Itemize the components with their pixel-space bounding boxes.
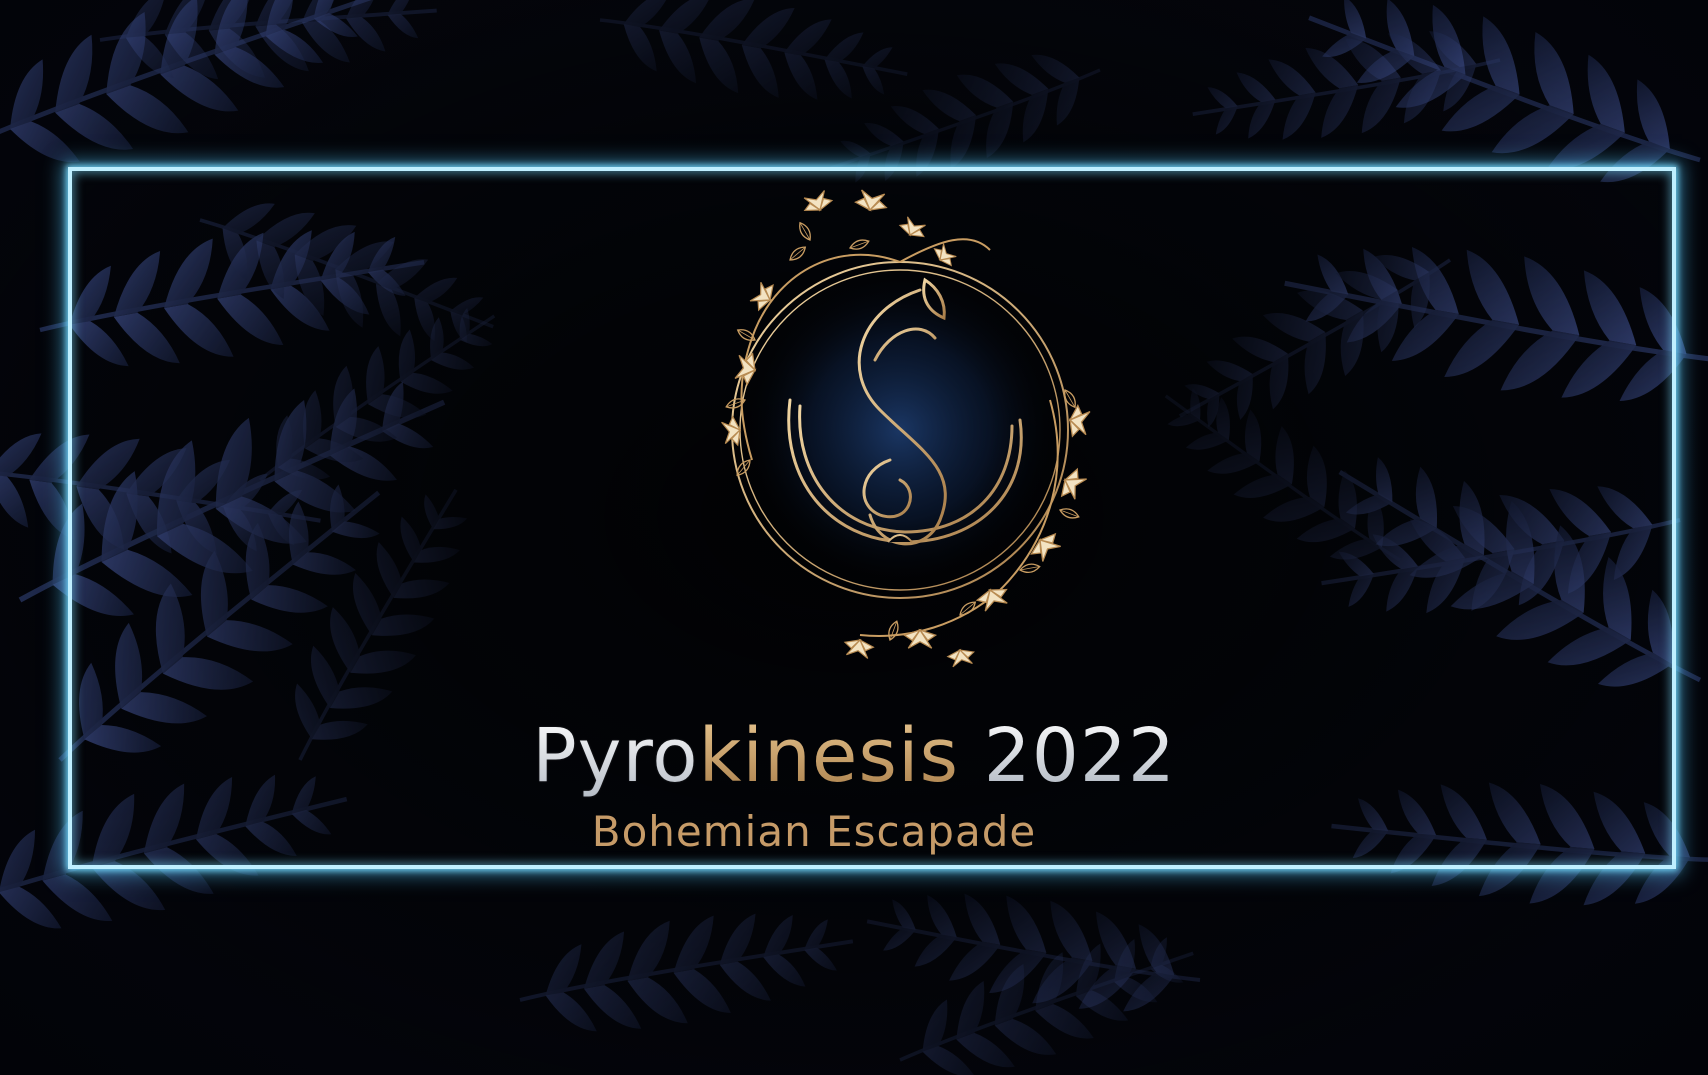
event-title: Pyrokinesis 2022: [0, 712, 1708, 800]
title-part-pyro: Pyro: [532, 713, 699, 799]
title-part-kinesis: kinesis: [698, 713, 960, 799]
flame-crescent-logo-icon: [720, 188, 1092, 669]
title-part-year: 2022: [983, 713, 1176, 799]
event-banner: Pyrokinesis 2022 Bohemian Escapade: [0, 0, 1708, 1075]
event-subtitle: Bohemian Escapade: [591, 807, 1037, 856]
